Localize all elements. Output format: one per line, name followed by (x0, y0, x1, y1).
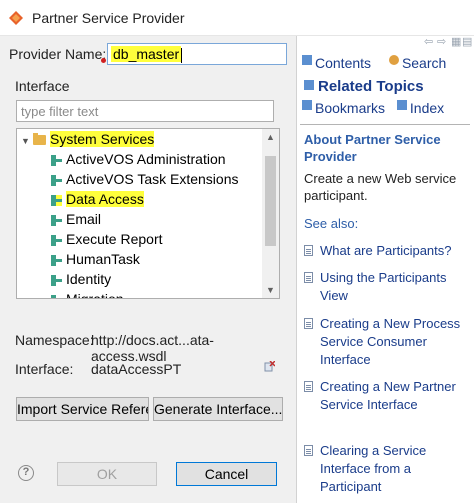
back-icon[interactable]: ⇦ (424, 35, 433, 48)
filter-input[interactable]: type filter text (16, 100, 274, 122)
related-link[interactable]: Creating a New Partner Service Interface (304, 378, 470, 414)
tree-item-execute-report[interactable]: Execute Report (51, 231, 163, 251)
tree-item-activevos-task-extensions[interactable]: ActiveVOS Task Extensions (51, 171, 238, 191)
ok-button[interactable]: OK (57, 462, 157, 486)
namespace-label: Namespace: (15, 332, 94, 348)
help-topic-description: Create a new Web service participant. (304, 171, 457, 203)
tree-item-label: ActiveVOS Administration (66, 151, 226, 167)
home-icon[interactable]: ▦ (451, 35, 461, 48)
help-icon[interactable]: ? (18, 465, 34, 481)
tree-item-label: ActiveVOS Task Extensions (66, 171, 239, 187)
service-icon (51, 234, 62, 246)
service-icon (51, 294, 62, 298)
see-also-heading: See also: (304, 216, 359, 231)
tree-item-system-services[interactable]: ▼ System Services (21, 131, 155, 151)
cancel-button[interactable]: Cancel (176, 462, 277, 486)
sync-icon[interactable]: ▤ (462, 35, 472, 48)
tree-item-label: Email (66, 211, 102, 227)
provider-name-label: Provider Name: (9, 46, 107, 62)
related-link-label[interactable]: Creating a New Process Service Consumer … (320, 315, 470, 369)
interface-value: dataAccessPT (91, 361, 182, 377)
interface-tree[interactable]: ▼ System Services ActiveVOS Administratio… (16, 128, 280, 299)
divider (300, 124, 470, 125)
service-icon (51, 214, 62, 226)
interface-label: Interface: (15, 361, 74, 377)
related-topics-link[interactable]: Related Topics (318, 78, 424, 95)
tree-scrollbar[interactable]: ▲ ▼ (262, 129, 279, 298)
service-icon (51, 194, 62, 206)
help-topic-title: About Partner Service Provider (304, 132, 441, 164)
related-link-label[interactable]: Clearing a Service Interface from a Part… (320, 442, 470, 496)
bookmarks-icon (302, 100, 312, 110)
index-icon (396, 100, 407, 110)
scroll-thumb[interactable] (265, 156, 276, 246)
tree-item-label: Execute Report (66, 231, 163, 247)
help-nav-row: Contents Search (302, 55, 446, 71)
tree-item-label: HumanTask (66, 251, 140, 267)
tree-item-activevos-administration[interactable]: ActiveVOS Administration (51, 151, 226, 171)
app-icon (9, 11, 23, 25)
search-icon (388, 55, 399, 65)
document-icon (304, 318, 313, 329)
bookmarks-link[interactable]: Bookmarks (315, 100, 385, 116)
folder-icon (33, 133, 46, 146)
text-cursor (181, 47, 183, 63)
document-icon (304, 381, 313, 392)
service-icon (51, 254, 62, 266)
tree-item-label: Data Access (66, 191, 144, 207)
provider-name-value: db_master (111, 46, 182, 62)
related-link[interactable]: What are Participants? (304, 242, 470, 260)
tree-item-migration[interactable]: Migration (51, 291, 124, 299)
related-topics-icon (304, 80, 314, 90)
window-title: Partner Service Provider (32, 10, 185, 26)
tree-item-label: System Services (50, 131, 155, 147)
interface-group-label: Interface (15, 78, 70, 94)
search-link[interactable]: Search (402, 55, 446, 71)
tree-item-label: Migration (66, 291, 124, 299)
related-link[interactable]: Creating a New Process Service Consumer … (304, 315, 470, 369)
forward-icon[interactable]: ⇨ (437, 35, 446, 48)
tree-item-label: Identity (66, 271, 112, 287)
generate-interface-button[interactable]: Generate Interface... (153, 397, 283, 421)
related-link[interactable]: Using the Participants View (304, 269, 470, 305)
document-icon (304, 272, 313, 283)
related-link-label[interactable]: What are Participants? (320, 242, 470, 260)
provider-name-input[interactable]: db_master (107, 43, 287, 65)
namespace-value: http://docs.act...ata-access.wsdl (91, 332, 214, 364)
help-pane: ⇦ ⇨ ▦ ▤ Contents Search Related Topics B… (298, 36, 474, 503)
related-link-label[interactable]: Using the Participants View (320, 269, 470, 305)
form-pane: Provider Name: db_master Interface type … (0, 36, 297, 503)
related-link-label[interactable]: Creating a New Partner Service Interface (320, 378, 470, 414)
tree-item-identity[interactable]: Identity (51, 271, 111, 291)
service-icon (51, 174, 62, 186)
scroll-down-icon[interactable]: ▼ (262, 282, 279, 298)
tree-item-email[interactable]: Email (51, 211, 101, 231)
index-link[interactable]: Index (410, 100, 444, 116)
chevron-down-icon[interactable]: ▼ (21, 136, 30, 146)
service-icon (51, 274, 62, 286)
tree-item-humantask[interactable]: HumanTask (51, 251, 140, 271)
clear-interface-icon[interactable] (264, 361, 275, 372)
scroll-up-icon[interactable]: ▲ (262, 129, 279, 145)
import-service-reference-button[interactable]: Import Service Reference... (16, 397, 149, 421)
tree-item-data-access[interactable]: Data Access (51, 191, 144, 211)
document-icon (304, 245, 313, 256)
title-bar: Partner Service Provider (0, 0, 474, 36)
document-icon (304, 445, 313, 456)
service-icon (51, 154, 62, 166)
help-nav-row: Bookmarks Index (302, 100, 444, 116)
contents-icon (302, 55, 312, 65)
contents-link[interactable]: Contents (315, 55, 371, 71)
error-decoration-icon (101, 58, 106, 63)
related-link[interactable]: Clearing a Service Interface from a Part… (304, 442, 470, 496)
interface-group: Interface type filter text ▼ System Servi… (8, 78, 287, 430)
